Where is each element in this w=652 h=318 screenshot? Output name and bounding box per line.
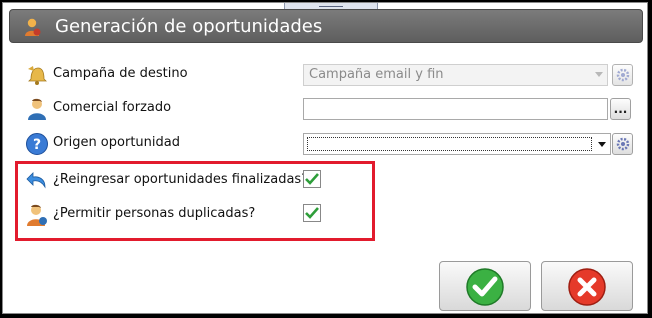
reopen-row: ¿Reingresar oportunidades finalizadas? bbox=[3, 167, 649, 195]
campaign-value: Campaña email y fin bbox=[309, 67, 444, 82]
chevron-down-icon bbox=[598, 142, 606, 147]
duplicates-label: ¿Permitir personas duplicadas? bbox=[53, 206, 256, 221]
origin-row: ? Origen oportunidad bbox=[3, 130, 649, 158]
origin-select[interactable] bbox=[303, 133, 611, 155]
ok-icon bbox=[466, 268, 504, 306]
dialog-window: Generación de oportunidades Campaña de d… bbox=[2, 2, 648, 314]
undo-arrow-icon bbox=[26, 172, 46, 189]
cancel-button[interactable] bbox=[541, 261, 633, 311]
sales-rep-input[interactable] bbox=[303, 98, 608, 120]
duplicates-checkbox[interactable] bbox=[303, 204, 321, 222]
campaign-settings-button[interactable] bbox=[612, 64, 633, 86]
focus-rectangle bbox=[307, 137, 592, 151]
person-icon bbox=[28, 98, 46, 120]
gear-icon bbox=[616, 68, 630, 82]
chevron-down-icon bbox=[595, 72, 603, 77]
title-bar: Generación de oportunidades bbox=[9, 9, 643, 43]
duplicates-row: ¿Permitir personas duplicadas? bbox=[3, 201, 649, 229]
browse-button[interactable]: ... bbox=[610, 98, 631, 120]
browse-button-label: ... bbox=[613, 102, 628, 116]
sales-rep-label: Comercial forzado bbox=[53, 100, 172, 115]
cancel-icon bbox=[568, 268, 606, 306]
campaign-label: Campaña de destino bbox=[53, 66, 188, 81]
ok-button[interactable] bbox=[439, 261, 531, 311]
checkmark-icon bbox=[305, 173, 319, 185]
bell-icon bbox=[28, 66, 47, 85]
person-icon bbox=[25, 18, 41, 36]
dialog-title: Generación de oportunidades bbox=[55, 16, 323, 37]
reopen-label: ¿Reingresar oportunidades finalizadas? bbox=[53, 172, 309, 187]
help-icon: ? bbox=[26, 133, 48, 155]
sales-rep-row: Comercial forzado ... bbox=[3, 95, 649, 123]
origin-settings-button[interactable] bbox=[612, 133, 633, 155]
person-plus-icon bbox=[27, 204, 47, 226]
checkmark-icon bbox=[305, 207, 319, 219]
reopen-checkbox[interactable] bbox=[303, 170, 321, 188]
gear-icon bbox=[616, 137, 630, 151]
origin-label: Origen oportunidad bbox=[53, 135, 180, 150]
campaign-select[interactable]: Campaña email y fin bbox=[303, 64, 608, 86]
campaign-row: Campaña de destino Campaña email y fin bbox=[3, 61, 649, 89]
svg-text:?: ? bbox=[33, 137, 41, 153]
